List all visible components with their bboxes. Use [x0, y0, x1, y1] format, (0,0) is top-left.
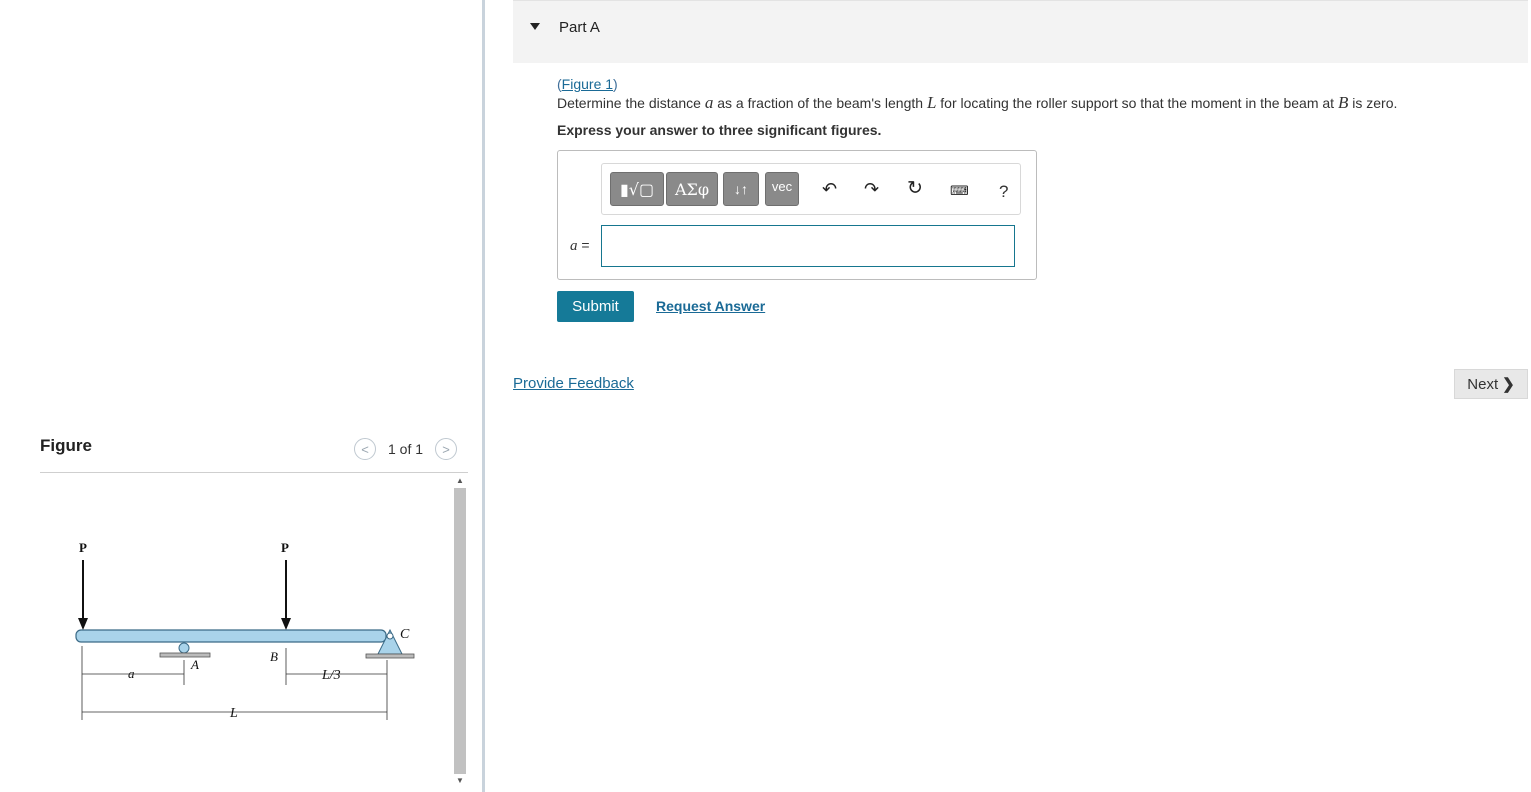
- scroll-thumb[interactable]: [454, 488, 466, 774]
- keyboard-icon[interactable]: ⌨: [950, 183, 969, 199]
- pin-c: [386, 632, 394, 640]
- instruction-text: Express your answer to three significant…: [557, 122, 882, 138]
- next-button[interactable]: Next ❯: [1454, 369, 1528, 399]
- panel-divider[interactable]: [482, 0, 485, 792]
- load-arrowhead-mid: [281, 618, 291, 630]
- dim-label-l: L: [229, 706, 238, 721]
- help-button[interactable]: ?: [999, 182, 1008, 202]
- question-mid: as a fraction of the beam's length: [713, 95, 927, 111]
- chevron-right-icon: ❯: [1502, 376, 1515, 393]
- beam: [75, 629, 387, 643]
- load-label-mid: P: [281, 540, 289, 555]
- question-mid2: for locating the roller support so that …: [936, 95, 1338, 111]
- figure-divider: [40, 472, 468, 473]
- point-label-b: B: [270, 649, 278, 664]
- redo-icon[interactable]: ↷: [864, 179, 879, 200]
- support-label-a: A: [190, 657, 199, 672]
- math-toolbar: ▮√▢ ΑΣφ ↓↑ vec ↶ ↷ ↻ ⌨ ?: [601, 163, 1021, 215]
- figure-reference: (Figure 1): [557, 76, 618, 92]
- request-answer-link[interactable]: Request Answer: [656, 298, 765, 314]
- question-var-l: L: [926, 93, 937, 112]
- answer-input[interactable]: [601, 225, 1015, 267]
- question-text: Determine the distance a as a fraction o…: [557, 93, 1397, 113]
- scroll-down-icon[interactable]: ▼: [456, 776, 464, 785]
- caret-down-icon[interactable]: [530, 23, 540, 30]
- beam-diagram: P P A C B a L/3 L: [75, 540, 415, 721]
- question-prefix: Determine the distance: [557, 95, 705, 111]
- pin-base-c: [365, 653, 415, 659]
- roller-base-a: [159, 652, 211, 658]
- figure-title: Figure: [40, 436, 92, 455]
- pager-text: 1 of 1: [388, 441, 424, 457]
- roller-support-a: [178, 642, 190, 654]
- greek-symbols-button[interactable]: ΑΣφ: [666, 172, 718, 206]
- load-label-left: P: [79, 540, 87, 555]
- question-suffix: is zero.: [1348, 95, 1398, 111]
- figure-scrollbar[interactable]: ▲ ▼: [452, 476, 468, 788]
- load-arrowhead-left: [78, 618, 88, 630]
- prev-figure-button[interactable]: <: [354, 438, 376, 460]
- dim-label-a: a: [128, 666, 135, 681]
- templates-button[interactable]: ▮√▢: [610, 172, 664, 206]
- chevron-left-icon: <: [361, 441, 369, 457]
- scroll-up-icon[interactable]: ▲: [456, 476, 464, 485]
- provide-feedback-link[interactable]: Provide Feedback: [513, 375, 634, 392]
- dim-label-l3: L/3: [321, 668, 341, 683]
- support-label-c: C: [400, 627, 410, 642]
- answer-variable-label: a =: [570, 237, 590, 255]
- submit-button[interactable]: Submit: [557, 291, 634, 322]
- chevron-right-icon: >: [442, 441, 450, 457]
- answer-variable: a: [570, 238, 578, 254]
- answer-equals: =: [577, 237, 590, 253]
- next-label: Next: [1467, 375, 1499, 393]
- arrows-button[interactable]: ↓↑: [723, 172, 759, 206]
- vector-button[interactable]: vec: [765, 172, 799, 206]
- figure-pager: < 1 of 1 >: [354, 438, 458, 460]
- part-title: Part A: [559, 19, 600, 36]
- undo-icon[interactable]: ↶: [822, 179, 837, 200]
- reset-icon[interactable]: ↻: [907, 177, 923, 200]
- part-header[interactable]: Part A: [513, 0, 1528, 63]
- figure-link[interactable]: Figure 1: [562, 76, 613, 92]
- answer-box: ▮√▢ ΑΣφ ↓↑ vec ↶ ↷ ↻ ⌨ ? a =: [557, 150, 1037, 280]
- question-var-b: B: [1337, 93, 1349, 112]
- next-figure-button[interactable]: >: [435, 438, 458, 460]
